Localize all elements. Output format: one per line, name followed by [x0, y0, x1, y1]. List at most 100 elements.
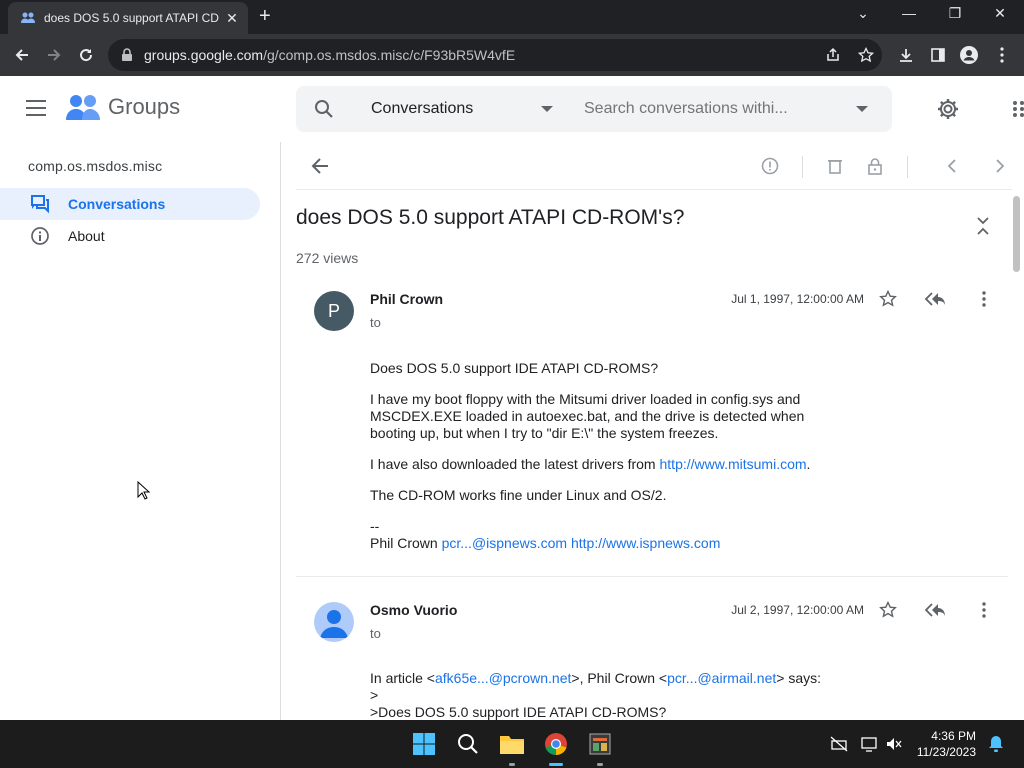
- back-to-conversations-icon[interactable]: [310, 156, 330, 176]
- quote-text: In article <: [370, 670, 435, 686]
- sidebar-divider: [280, 142, 281, 720]
- address-bar[interactable]: groups.google.com/g/comp.os.msdos.misc/c…: [108, 39, 882, 71]
- quoted-line: >: [370, 687, 379, 703]
- sidebar-item-label: Conversations: [68, 196, 166, 212]
- close-window-button[interactable]: ✕: [990, 5, 1010, 22]
- info-icon: [31, 227, 49, 245]
- system-clock[interactable]: 4:36 PM 11/23/2023: [910, 728, 976, 760]
- quote-attribution: In article <afk65e...@pcrown.net>, Phil …: [370, 670, 850, 687]
- sidebar-item-conversations[interactable]: Conversations: [0, 188, 260, 220]
- app-icon[interactable]: [584, 728, 616, 766]
- display-icon[interactable]: [860, 734, 880, 754]
- quoted-line: >Does DOS 5.0 support IDE ATAPI CD-ROMS?: [370, 704, 667, 720]
- running-indicator: [509, 763, 515, 766]
- forward-icon[interactable]: [43, 44, 65, 66]
- toolbar-divider: [907, 156, 908, 178]
- download-icon[interactable]: [895, 44, 917, 66]
- tab-title: does DOS 5.0 support ATAPI CD: [44, 11, 219, 25]
- share-icon[interactable]: [822, 44, 844, 66]
- search-scope-select[interactable]: Conversations: [371, 100, 473, 118]
- recipients-label[interactable]: to: [370, 315, 381, 330]
- tab-close-icon[interactable]: ✕: [224, 10, 240, 27]
- collapse-all-icon[interactable]: [976, 216, 990, 236]
- taskbar-search-icon[interactable]: [452, 728, 484, 760]
- paragraph-period: .: [806, 456, 811, 472]
- main-menu-icon[interactable]: [26, 100, 46, 116]
- side-panel-icon[interactable]: [927, 44, 949, 66]
- email-link[interactable]: pcr...@ispnews.com: [442, 535, 567, 551]
- scrollbar-thumb[interactable]: [1013, 196, 1020, 272]
- new-tab-button[interactable]: +: [259, 6, 271, 26]
- reply-all-icon[interactable]: [924, 288, 946, 310]
- windows-start-icon[interactable]: [408, 728, 440, 760]
- minimize-button[interactable]: —: [899, 5, 919, 21]
- search-bar: Conversations: [296, 86, 892, 132]
- running-indicator: [597, 763, 603, 766]
- url-host: groups.google.com: [144, 47, 264, 63]
- sidebar-item-label: About: [68, 228, 105, 244]
- toolbar-divider: [802, 156, 803, 178]
- browser-tab[interactable]: does DOS 5.0 support ATAPI CD ✕: [8, 2, 248, 34]
- scope-dropdown-icon[interactable]: [541, 106, 553, 112]
- delete-icon[interactable]: [825, 156, 845, 176]
- thread-toolbar: [296, 142, 1012, 190]
- settings-gear-icon[interactable]: [936, 97, 960, 121]
- message-paragraph: The CD-ROM works fine under Linux and OS…: [370, 487, 667, 503]
- more-options-icon[interactable]: [973, 599, 995, 621]
- url-text: groups.google.com/g/comp.os.msdos.misc/c…: [144, 47, 515, 63]
- next-conversation-icon[interactable]: [990, 156, 1010, 176]
- maximize-button[interactable]: ❐: [945, 5, 965, 22]
- message-author[interactable]: Phil Crown: [370, 291, 443, 307]
- message-paragraph: Does DOS 5.0 support IDE ATAPI CD-ROMS?: [370, 360, 659, 376]
- search-icon[interactable]: [314, 99, 334, 119]
- bookmark-star-icon[interactable]: [855, 44, 877, 66]
- taskbar: 4:36 PM 11/23/2023: [0, 720, 1024, 768]
- search-options-icon[interactable]: [856, 106, 868, 112]
- groups-app: Groups Conversations comp.os.msdos.misc …: [0, 76, 1024, 720]
- file-explorer-icon[interactable]: [496, 728, 528, 766]
- avatar[interactable]: [314, 602, 354, 642]
- reload-icon[interactable]: [75, 44, 97, 66]
- tab-search-icon[interactable]: ⌄: [853, 5, 873, 22]
- mitsumi-link[interactable]: http://www.mitsumi.com: [660, 456, 807, 472]
- more-options-icon[interactable]: [973, 288, 995, 310]
- lock-conversation-icon[interactable]: [865, 156, 885, 176]
- message-paragraph: I have also downloaded the latest driver…: [370, 456, 830, 473]
- message-card: Osmo Vuorio to Jul 2, 1997, 12:00:00 AM …: [296, 593, 1008, 720]
- reply-all-icon[interactable]: [924, 599, 946, 621]
- groups-logo[interactable]: Groups: [66, 92, 180, 122]
- group-name[interactable]: comp.os.msdos.misc: [28, 158, 162, 174]
- search-input[interactable]: [584, 100, 834, 118]
- apps-grid-icon[interactable]: [1012, 100, 1024, 118]
- star-icon[interactable]: [877, 288, 899, 310]
- brand-name: Groups: [108, 94, 181, 119]
- network-icon[interactable]: [829, 734, 849, 754]
- sidebar-item-about[interactable]: About: [0, 220, 260, 252]
- conversations-icon: [31, 195, 49, 214]
- message-id-link[interactable]: afk65e...@pcrown.net: [435, 670, 571, 686]
- browser-menu-icon[interactable]: [991, 44, 1013, 66]
- star-icon[interactable]: [877, 599, 899, 621]
- volume-muted-icon[interactable]: [884, 734, 904, 754]
- message-divider: [296, 576, 1008, 577]
- previous-conversation-icon[interactable]: [942, 156, 962, 176]
- clock-time: 4:36 PM: [931, 729, 976, 743]
- back-icon[interactable]: [11, 44, 33, 66]
- notification-bell-icon[interactable]: [986, 734, 1006, 754]
- message-author[interactable]: Osmo Vuorio: [370, 602, 457, 618]
- avatar[interactable]: P: [314, 291, 354, 331]
- profile-icon[interactable]: [958, 44, 980, 66]
- view-count: 272 views: [296, 250, 359, 266]
- recipients-label[interactable]: to: [370, 626, 381, 641]
- browser-tab-strip: does DOS 5.0 support ATAPI CD ✕ + ⌄ — ❐ …: [0, 0, 1024, 34]
- lock-icon: [122, 48, 132, 61]
- signature-name: Phil Crown: [370, 535, 438, 551]
- mouse-cursor-icon: [137, 481, 151, 500]
- chrome-icon[interactable]: [540, 728, 572, 766]
- message-body: In article <afk65e...@pcrown.net>, Phil …: [370, 670, 850, 720]
- email-link[interactable]: pcr...@airmail.net: [667, 670, 776, 686]
- quote-text: > says:: [776, 670, 821, 686]
- report-icon[interactable]: [760, 156, 780, 176]
- signature: Phil Crown pcr...@ispnews.com http://www…: [370, 535, 830, 552]
- website-link[interactable]: http://www.ispnews.com: [571, 535, 720, 551]
